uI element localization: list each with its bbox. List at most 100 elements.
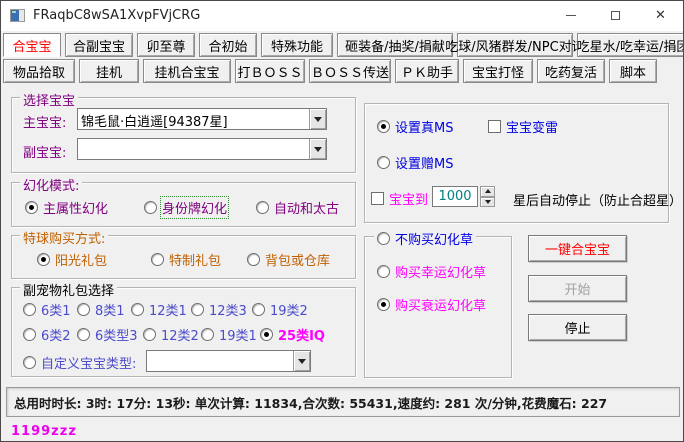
tab-hebaobao[interactable]: 合宝宝 [3,33,61,57]
minimize-button[interactable] [548,1,593,30]
radio-icon [77,303,90,316]
group-pet-select-title: 选择宝宝 [20,90,78,109]
radio-label: 25类IQ [278,325,325,344]
stop-button[interactable]: 停止 [528,314,627,341]
main-pet-combo[interactable]: 锦毛鼠·白逍遥[94387星] [77,108,327,130]
radio-custom-pet-type[interactable]: 自定义宝宝类型: [23,353,136,372]
footer-counter: 1199zzz [11,424,77,439]
tab-daboss[interactable]: 打ＢＯＳＳ [235,59,305,83]
status-bar: 总用时时长: 3时: 17分: 13秒: 单次计算: 11834,合次数: 55… [6,387,680,417]
tab-hefubaobao[interactable]: 合副宝宝 [65,33,133,57]
radio-icon [131,303,144,316]
chevron-down-icon[interactable] [293,351,310,371]
chevron-down-icon[interactable] [309,109,326,129]
radio-pack-19-2[interactable]: 19类2 [252,300,308,319]
radio-icon [252,303,265,316]
radio-label: 不购买幻化草 [395,229,473,248]
radio-pack-6-1[interactable]: 6类1 [23,300,71,319]
tab-bosschuansong[interactable]: ＢＯＳＳ传送 [309,59,391,83]
checkbox-label: 宝宝到 [389,189,428,208]
radio-label: 8类1 [95,300,125,319]
radio-pack-25-iq[interactable]: 25类IQ [260,325,325,344]
app-icon [10,9,25,22]
tab-baobaodaguai[interactable]: 宝宝打怪 [463,59,533,83]
start-button: 开始 [528,275,627,302]
radio-icon [151,253,164,266]
radio-label: 19类1 [219,325,257,344]
radio-label: 阳光礼包 [55,250,107,269]
main-pet-label: 主宝宝: [23,112,66,131]
radio-special-pack[interactable]: 特制礼包 [151,250,221,269]
radio-icon [77,328,90,341]
tab-wupinshiqu[interactable]: 物品拾取 [3,59,75,83]
radio-icon [377,265,390,278]
tab-zazhuangbei[interactable]: 砸装备/抽奖/捐献 [337,33,453,57]
checkbox-label: 宝宝变雷 [506,117,558,136]
tab-teshugongneng[interactable]: 特殊功能 [261,33,333,57]
radio-label: 6类型3 [95,325,138,344]
tab-guajihebaobao[interactable]: 挂机合宝宝 [143,59,231,83]
radio-auto-taigu[interactable]: 自动和太古 [256,198,339,217]
radio-label: 身份牌幻化 [162,198,227,217]
radio-no-grass[interactable]: 不购买幻化草 [374,229,476,248]
radio-icon [256,201,269,214]
radio-lucky-grass[interactable]: 购买幸运幻化草 [377,262,486,281]
radio-pack-6-2[interactable]: 6类2 [23,325,71,344]
sub-pet-combo[interactable] [77,138,327,160]
checkbox-icon [371,192,384,205]
tab-chiyaofuhuo[interactable]: 吃药复活 [537,59,605,83]
radio-label: 设置真MS [395,117,453,136]
radio-bag-or-warehouse[interactable]: 背包或仓库 [247,250,330,269]
star-limit-spinner[interactable] [480,186,495,207]
radio-pack-8-1[interactable]: 8类1 [77,300,125,319]
radio-pack-6-3[interactable]: 6类型3 [77,325,138,344]
radio-pack-12-3[interactable]: 12类3 [191,300,247,319]
main-pet-combo-value: 锦毛鼠·白逍遥[94387星] [78,109,309,129]
tab-hechushi[interactable]: 合初始 [199,33,257,57]
chevron-down-icon[interactable] [309,139,326,159]
radio-unlucky-grass[interactable]: 购买衰运幻化草 [377,295,486,314]
checkbox-pet-thunder[interactable]: 宝宝变雷 [488,117,558,136]
custom-pet-type-combo[interactable] [146,350,311,372]
window-title: FRaqbC8wSA1XvpFVjCRG [33,8,200,23]
checkbox-pet-to[interactable]: 宝宝到 [371,189,428,208]
star-limit-input[interactable]: 1000 [432,186,478,207]
tab-pkzhushou[interactable]: ＰＫ助手 [395,59,459,83]
tab-guaji[interactable]: 挂机 [79,59,139,83]
group-sub-pet-pack-title: 副宠物礼包选择 [20,280,117,299]
radio-icon [23,356,36,369]
radio-icon [201,328,214,341]
radio-pack-19-1[interactable]: 19类1 [201,325,257,344]
one-key-merge-button[interactable]: 一键合宝宝 [528,235,627,262]
sub-pet-label: 副宝宝: [23,142,66,161]
radio-label: 购买衰运幻化草 [395,295,486,314]
radio-main-attr-morph[interactable]: 主属性幻化 [25,198,108,217]
group-ball-buy-title: 特球购买方式: [20,228,108,247]
radio-set-real-ms[interactable]: 设置真MS [377,117,453,136]
radio-pack-12-2[interactable]: 12类2 [143,325,199,344]
radio-id-card-morph[interactable]: 身份牌幻化 [144,198,227,217]
tab-maozhizun[interactable]: 卯至尊 [137,33,195,57]
spinner-down-icon[interactable] [480,197,495,208]
radio-icon [37,253,50,266]
radio-icon [377,156,390,169]
radio-pack-12-1[interactable]: 12类1 [131,300,187,319]
radio-icon [191,303,204,316]
close-icon: ✕ [655,8,666,23]
radio-label: 12类2 [161,325,199,344]
radio-icon [23,328,36,341]
radio-label: 6类2 [41,325,71,344]
tab-chiqiu[interactable]: 吃球/风猪群发/NPC对话 [457,33,573,57]
radio-sunshine-pack[interactable]: 阳光礼包 [37,250,107,269]
close-button[interactable]: ✕ [638,1,683,30]
radio-set-gift-ms[interactable]: 设置赠MS [377,153,453,172]
radio-icon [25,201,38,214]
spinner-up-icon[interactable] [480,186,495,197]
radio-label: 特制礼包 [169,250,221,269]
maximize-button[interactable] [593,1,638,30]
custom-pet-type-value [147,351,293,371]
tab-jiaoben[interactable]: 脚本 [609,59,657,83]
radio-icon [377,120,390,133]
auto-stop-label: 星后自动停止（防止合超星） [513,190,682,209]
tab-chixingshui[interactable]: 吃星水/吃幸运/捐团 [577,33,684,57]
